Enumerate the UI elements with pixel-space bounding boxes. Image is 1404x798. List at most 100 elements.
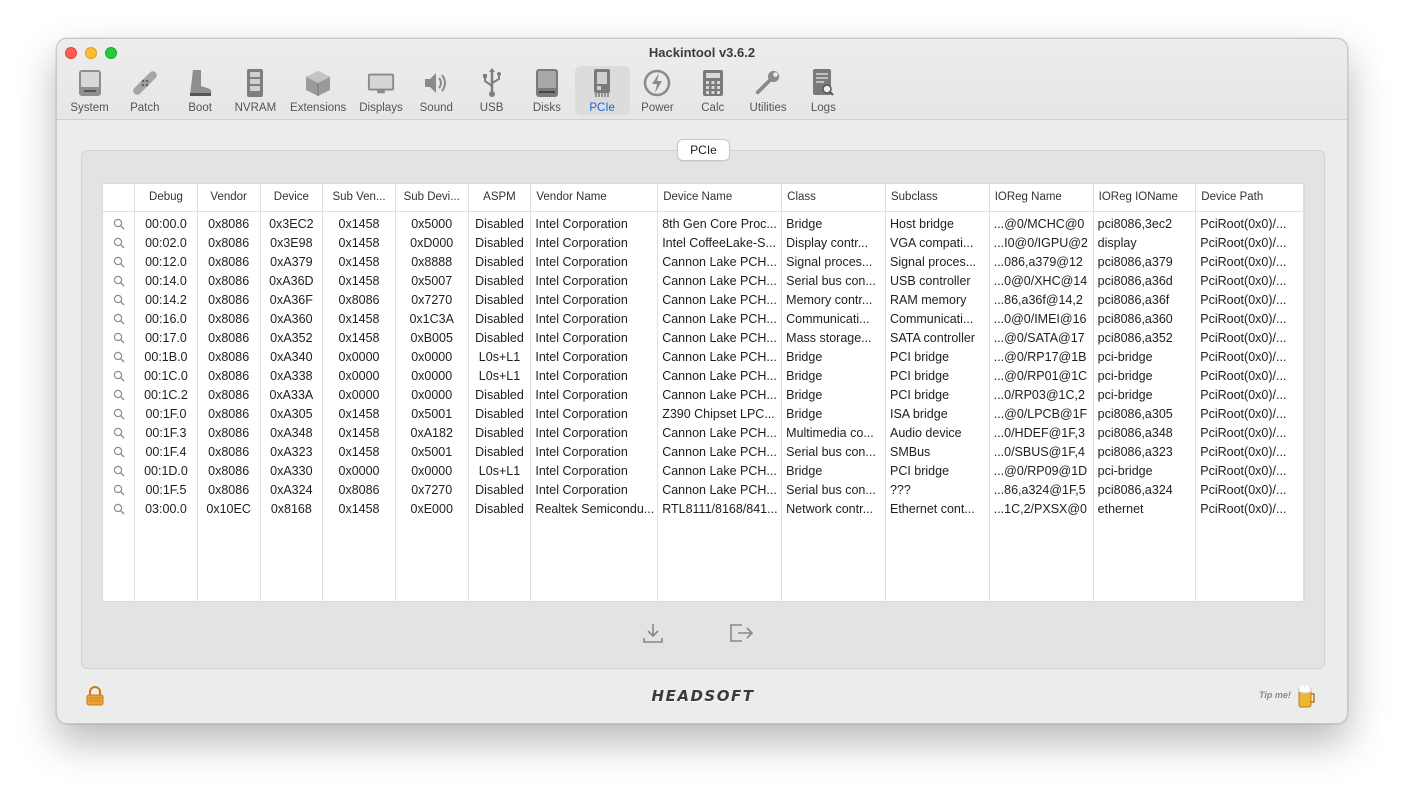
tab-pcie[interactable]: PCIe — [574, 66, 630, 115]
inspect-cell[interactable] — [103, 347, 136, 366]
tip-me-label[interactable]: Tip me! — [1259, 690, 1291, 700]
column-header[interactable]: IOReg IOName — [1093, 184, 1197, 212]
table-cell: pci-bridge — [1093, 347, 1197, 366]
table-row[interactable]: 00:14.2 0x8086 0xA36F 0x8086 0x7270 Disabled I… — [103, 290, 1304, 309]
column-header[interactable]: Class — [781, 184, 886, 212]
column-header[interactable]: Device — [260, 184, 324, 212]
magnifier-icon[interactable] — [113, 465, 125, 477]
table-cell: Disabled — [468, 328, 532, 347]
extensions-icon — [304, 68, 332, 98]
column-header[interactable]: Device Path — [1195, 184, 1304, 212]
tab-calc[interactable]: Calc — [685, 66, 740, 115]
inspect-cell[interactable] — [103, 423, 136, 442]
quit-button[interactable] — [728, 620, 754, 646]
table-cell: Cannon Lake PCH... — [657, 328, 783, 347]
tab-disks[interactable]: Disks — [519, 66, 574, 115]
tab-logs[interactable]: Logs — [796, 66, 851, 115]
magnifier-icon[interactable] — [113, 446, 125, 458]
inspect-cell[interactable] — [103, 366, 136, 385]
table-row[interactable]: 00:1F.5 0x8086 0xA324 0x8086 0x7270 Disabled I… — [103, 480, 1304, 499]
table-row[interactable]: 00:1F.3 0x8086 0xA348 0x1458 0xA182 Disabled I… — [103, 423, 1304, 442]
tab-patch[interactable]: Patch — [117, 66, 172, 115]
table-cell: 0x5001 — [395, 404, 469, 423]
magnifier-icon[interactable] — [113, 389, 125, 401]
tab-utilities[interactable]: Utilities — [741, 66, 796, 115]
magnifier-icon[interactable] — [113, 503, 125, 515]
inspect-cell[interactable] — [103, 233, 136, 252]
lock-icon[interactable] — [86, 686, 104, 706]
column-header[interactable]: Sub Ven... — [322, 184, 396, 212]
table-cell: pci8086,a360 — [1093, 309, 1197, 328]
table-row[interactable]: 03:00.0 0x10EC 0x8168 0x1458 0xE000 Disabled R… — [103, 499, 1304, 518]
magnifier-icon[interactable] — [113, 313, 125, 325]
column-header[interactable]: IOReg Name — [989, 184, 1094, 212]
magnifier-icon[interactable] — [113, 351, 125, 363]
table-row[interactable]: 00:1F.0 0x8086 0xA305 0x1458 0x5001 Disabled I… — [103, 404, 1304, 423]
magnifier-icon[interactable] — [113, 408, 125, 420]
inspect-cell[interactable] — [103, 404, 136, 423]
magnifier-icon[interactable] — [113, 237, 125, 249]
inspect-cell[interactable] — [103, 211, 136, 233]
table-cell: Signal proces... — [885, 252, 990, 271]
table-cell: ...0@0/XHC@14 — [989, 271, 1094, 290]
magnifier-icon[interactable] — [113, 275, 125, 287]
table-row[interactable]: 00:1D.0 0x8086 0xA330 0x0000 0x0000 L0s+L1 Int… — [103, 461, 1304, 480]
inspect-cell[interactable] — [103, 271, 136, 290]
table-row[interactable]: 00:14.0 0x8086 0xA36D 0x1458 0x5007 Disabled I… — [103, 271, 1304, 290]
table-row[interactable]: 00:1B.0 0x8086 0xA340 0x0000 0x0000 L0s+L1 Int… — [103, 347, 1304, 366]
tab-label: Extensions — [290, 102, 347, 114]
table-cell: 00:1B.0 — [134, 347, 198, 366]
pcie-device-table[interactable]: Debug Vendor Device Sub Ven... Sub Devi.… — [102, 183, 1305, 602]
magnifier-icon[interactable] — [113, 370, 125, 382]
inspect-cell[interactable] — [103, 461, 136, 480]
export-button[interactable] — [640, 620, 666, 646]
table-row[interactable]: 00:1C.0 0x8086 0xA338 0x0000 0x0000 L0s+L1 Int… — [103, 366, 1304, 385]
beer-icon[interactable] — [1297, 684, 1317, 708]
column-header[interactable]: Debug — [134, 184, 198, 212]
table-row[interactable]: 00:1F.4 0x8086 0xA323 0x1458 0x5001 Disabled I… — [103, 442, 1304, 461]
column-header[interactable] — [103, 184, 136, 212]
empty-cell — [468, 518, 532, 601]
table-cell: ??? — [885, 480, 990, 499]
table-cell: 0x3EC2 — [260, 211, 324, 233]
tab-usb[interactable]: USB — [464, 66, 519, 115]
table-row[interactable]: 00:02.0 0x8086 0x3E98 0x1458 0xD000 Disabled I… — [103, 233, 1304, 252]
column-header[interactable]: ASPM — [468, 184, 532, 212]
inspect-cell[interactable] — [103, 499, 136, 518]
table-row[interactable]: 00:1C.2 0x8086 0xA33A 0x0000 0x0000 Disabled I… — [103, 385, 1304, 404]
column-header[interactable]: Device Name — [657, 184, 783, 212]
table-row[interactable]: 00:17.0 0x8086 0xA352 0x1458 0xB005 Disabled I… — [103, 328, 1304, 347]
inspect-cell[interactable] — [103, 252, 136, 271]
tab-nvram[interactable]: NVRAM — [228, 66, 283, 115]
magnifier-icon[interactable] — [113, 427, 125, 439]
magnifier-icon[interactable] — [113, 256, 125, 268]
table-cell: Multimedia co... — [781, 423, 886, 442]
inspect-cell[interactable] — [103, 480, 136, 499]
column-header[interactable]: Vendor — [197, 184, 261, 212]
inspect-cell[interactable] — [103, 290, 136, 309]
tab-sound[interactable]: Sound — [409, 66, 464, 115]
tab-extensions[interactable]: Extensions — [283, 66, 353, 115]
table-cell: Cannon Lake PCH... — [657, 252, 783, 271]
column-header[interactable]: Subclass — [885, 184, 990, 212]
table-row[interactable]: 00:00.0 0x8086 0x3EC2 0x1458 0x5000 Disabled I… — [103, 211, 1304, 233]
inspect-cell[interactable] — [103, 328, 136, 347]
inspect-cell[interactable] — [103, 385, 136, 404]
magnifier-icon[interactable] — [113, 484, 125, 496]
tab-power[interactable]: Power — [630, 66, 685, 115]
magnifier-icon[interactable] — [113, 332, 125, 344]
inspect-cell[interactable] — [103, 442, 136, 461]
inspect-cell[interactable] — [103, 309, 136, 328]
column-header[interactable]: Vendor Name — [530, 184, 659, 212]
column-header[interactable]: Sub Devi... — [395, 184, 469, 212]
tab-system[interactable]: System — [62, 66, 117, 115]
tab-boot[interactable]: Boot — [173, 66, 228, 115]
table-cell: 0x8086 — [197, 347, 261, 366]
table-cell: Realtek Semicondu... — [530, 499, 659, 518]
table-row[interactable]: 00:16.0 0x8086 0xA360 0x1458 0x1C3A Disabled I… — [103, 309, 1304, 328]
magnifier-icon[interactable] — [113, 218, 125, 230]
empty-cell — [1195, 518, 1304, 601]
table-row[interactable]: 00:12.0 0x8086 0xA379 0x1458 0x8888 Disabled I… — [103, 252, 1304, 271]
tab-displays[interactable]: Displays — [353, 66, 408, 115]
magnifier-icon[interactable] — [113, 294, 125, 306]
